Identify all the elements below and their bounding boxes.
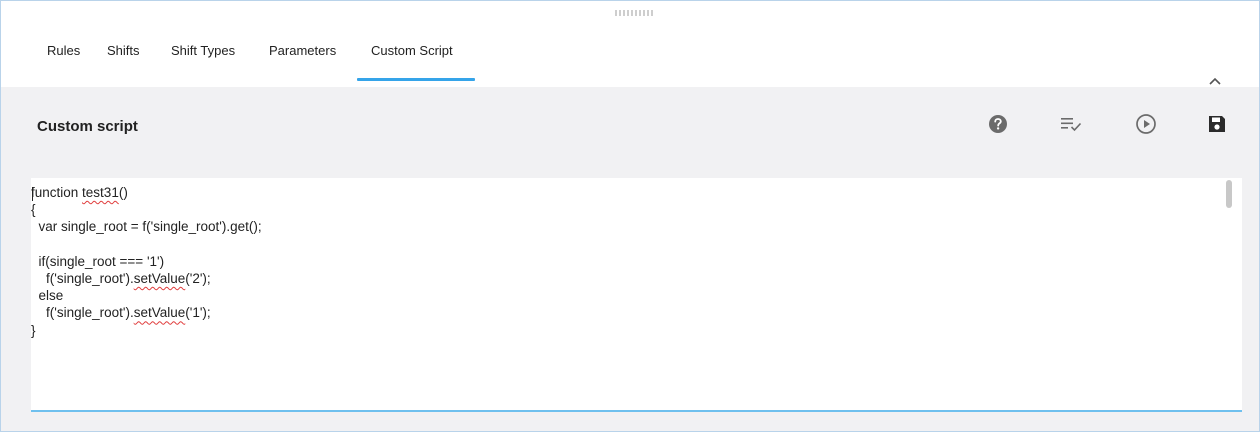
tab-shift-types[interactable]: Shift Types — [171, 43, 235, 58]
code-editor[interactable]: function test31() { var single_root = f(… — [31, 178, 1242, 412]
help-icon[interactable] — [985, 111, 1011, 137]
tab-rules[interactable]: Rules — [47, 43, 80, 58]
active-tab-indicator — [357, 78, 475, 81]
code-line-text: f('single_root').setValue('1'); — [31, 305, 211, 321]
code-content[interactable]: function test31() { var single_root = f(… — [31, 184, 1220, 339]
code-line-text: f('single_root').setValue('2'); — [31, 270, 211, 286]
code-line: f('single_root').setValue('1'); — [31, 304, 1220, 321]
code-line-text: var single_root = f('single_root').get()… — [31, 219, 262, 235]
code-line-text: { — [31, 202, 36, 218]
format-list-check-icon[interactable] — [1058, 111, 1084, 137]
drag-handle[interactable] — [615, 10, 655, 16]
editor-scrollbar[interactable] — [1226, 180, 1232, 408]
chevron-up-icon[interactable] — [1206, 72, 1224, 90]
code-line: else — [31, 287, 1220, 304]
section-title: Custom script — [37, 118, 138, 135]
code-line-text: else — [31, 288, 64, 304]
script-panel: Rules Shifts Shift Types Parameters Cust… — [0, 0, 1260, 432]
code-line-text: function test31() — [31, 185, 128, 200]
spellcheck-mark: test31 — [82, 185, 119, 200]
code-line-text: if(single_root === '1') — [31, 253, 165, 269]
code-line: { — [31, 201, 1220, 218]
code-line: f('single_root').setValue('2'); — [31, 270, 1220, 287]
code-line: var single_root = f('single_root').get()… — [31, 218, 1220, 235]
spellcheck-mark: setValue — [133, 270, 186, 286]
spellcheck-mark: setValue — [133, 305, 186, 321]
code-line: } — [31, 322, 1220, 339]
tab-custom-script[interactable]: Custom Script — [371, 43, 453, 58]
tab-parameters[interactable]: Parameters — [269, 43, 336, 58]
code-line: function test31() — [31, 184, 1220, 201]
code-line-text: } — [31, 322, 36, 338]
tab-bar: Rules Shifts Shift Types Parameters Cust… — [1, 1, 1259, 87]
play-icon[interactable] — [1133, 111, 1159, 137]
code-line: if(single_root === '1') — [31, 253, 1220, 270]
scrollbar-thumb[interactable] — [1226, 180, 1232, 208]
tab-shifts[interactable]: Shifts — [107, 43, 140, 58]
save-icon[interactable] — [1204, 111, 1230, 137]
